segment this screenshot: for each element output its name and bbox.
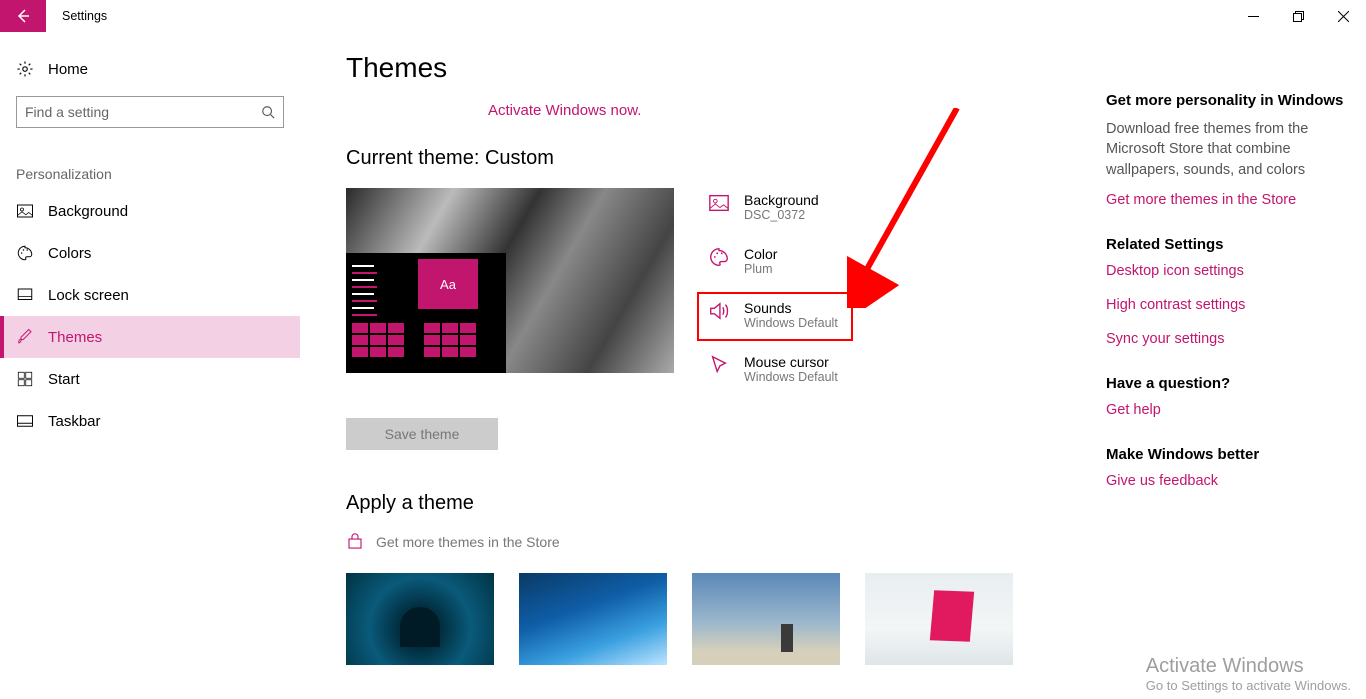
gear-icon: [16, 60, 34, 78]
preview-tile-text: Aa: [418, 259, 478, 309]
watermark-title: Activate Windows: [1146, 655, 1351, 678]
desktop-icon-settings-link[interactable]: Desktop icon settings: [1106, 263, 1346, 279]
minimize-button[interactable]: [1231, 0, 1276, 32]
activate-windows-link[interactable]: Activate Windows now.: [346, 102, 1096, 119]
home-button[interactable]: Home: [0, 52, 300, 86]
nav-label: Background: [48, 203, 128, 220]
app-title: Settings: [46, 0, 107, 32]
cursor-icon: [708, 354, 730, 376]
sidebar: Home Find a setting Personalization Back…: [0, 32, 300, 699]
rc-heading: Related Settings: [1106, 236, 1346, 253]
right-panel: Get more personality in Windows Download…: [1096, 32, 1366, 699]
rc-heading: Have a question?: [1106, 375, 1346, 392]
watermark-sub: Go to Settings to activate Windows.: [1146, 678, 1351, 693]
get-help-link[interactable]: Get help: [1106, 402, 1346, 418]
theme-settings: BackgroundDSC_0372 ColorPlum SoundsWindo…: [702, 188, 860, 388]
apply-theme-heading: Apply a theme: [346, 492, 1096, 515]
title-bar: Settings: [0, 0, 1366, 32]
nav-lockscreen[interactable]: Lock screen: [0, 274, 300, 316]
store-link-label: Get more themes in the Store: [376, 534, 560, 550]
annotation-arrow-icon: [847, 108, 967, 308]
nav-colors[interactable]: Colors: [0, 232, 300, 274]
setting-sub: DSC_0372: [744, 208, 819, 222]
close-button[interactable]: [1321, 0, 1366, 32]
setting-title: Color: [744, 246, 777, 262]
sidebar-section: Personalization: [0, 138, 300, 190]
store-icon: [346, 533, 364, 551]
picture-icon: [16, 202, 34, 220]
theme-thumbnails: [346, 573, 1096, 665]
theme-cursor[interactable]: Mouse cursorWindows Default: [702, 350, 860, 388]
sync-settings-link[interactable]: Sync your settings: [1106, 331, 1346, 347]
setting-title: Mouse cursor: [744, 354, 838, 370]
theme-background[interactable]: BackgroundDSC_0372: [702, 188, 860, 226]
nav-label: Themes: [48, 329, 102, 346]
nav-start[interactable]: Start: [0, 358, 300, 400]
setting-sub: Plum: [744, 262, 777, 276]
rc-heading: Get more personality in Windows: [1106, 92, 1346, 109]
setting-title: Background: [744, 192, 819, 208]
setting-sub: Windows Default: [744, 370, 838, 384]
brush-icon: [16, 328, 34, 346]
high-contrast-link[interactable]: High contrast settings: [1106, 297, 1346, 313]
theme-color[interactable]: ColorPlum: [702, 242, 860, 280]
theme-option-1[interactable]: [346, 573, 494, 665]
theme-option-4[interactable]: [865, 573, 1013, 665]
page-title: Themes: [346, 52, 1096, 84]
get-themes-link[interactable]: Get more themes in the Store: [1106, 192, 1346, 208]
taskbar-icon: [16, 412, 34, 430]
lockscreen-icon: [16, 286, 34, 304]
annotation-highlight: [697, 292, 853, 341]
feedback-link[interactable]: Give us feedback: [1106, 473, 1346, 489]
nav-themes[interactable]: Themes: [0, 316, 300, 358]
nav-label: Taskbar: [48, 413, 101, 430]
arrow-left-icon: [15, 8, 31, 24]
activation-watermark: Activate Windows Go to Settings to activ…: [1146, 655, 1351, 693]
nav-taskbar[interactable]: Taskbar: [0, 400, 300, 442]
search-input[interactable]: Find a setting: [16, 96, 284, 128]
palette-icon: [16, 244, 34, 262]
nav-background[interactable]: Background: [0, 190, 300, 232]
nav-label: Start: [48, 371, 80, 388]
theme-option-2[interactable]: [519, 573, 667, 665]
start-icon: [16, 370, 34, 388]
save-theme-button[interactable]: Save theme: [346, 418, 498, 450]
home-label: Home: [48, 61, 88, 78]
store-link[interactable]: Get more themes in the Store: [346, 533, 1096, 551]
nav-label: Lock screen: [48, 287, 129, 304]
rc-heading: Make Windows better: [1106, 446, 1346, 463]
rc-text: Download free themes from the Microsoft …: [1106, 119, 1346, 180]
search-placeholder: Find a setting: [25, 104, 109, 120]
palette-icon: [708, 246, 730, 268]
main-panel: Themes Activate Windows now. Current the…: [300, 32, 1096, 699]
maximize-button[interactable]: [1276, 0, 1321, 32]
theme-option-3[interactable]: [692, 573, 840, 665]
window-controls: [1231, 0, 1366, 32]
current-theme-heading: Current theme: Custom: [346, 147, 1096, 170]
theme-preview: Aa: [346, 188, 674, 373]
nav-label: Colors: [48, 245, 91, 262]
search-icon: [261, 105, 275, 119]
back-button[interactable]: [0, 0, 46, 32]
picture-icon: [708, 192, 730, 214]
